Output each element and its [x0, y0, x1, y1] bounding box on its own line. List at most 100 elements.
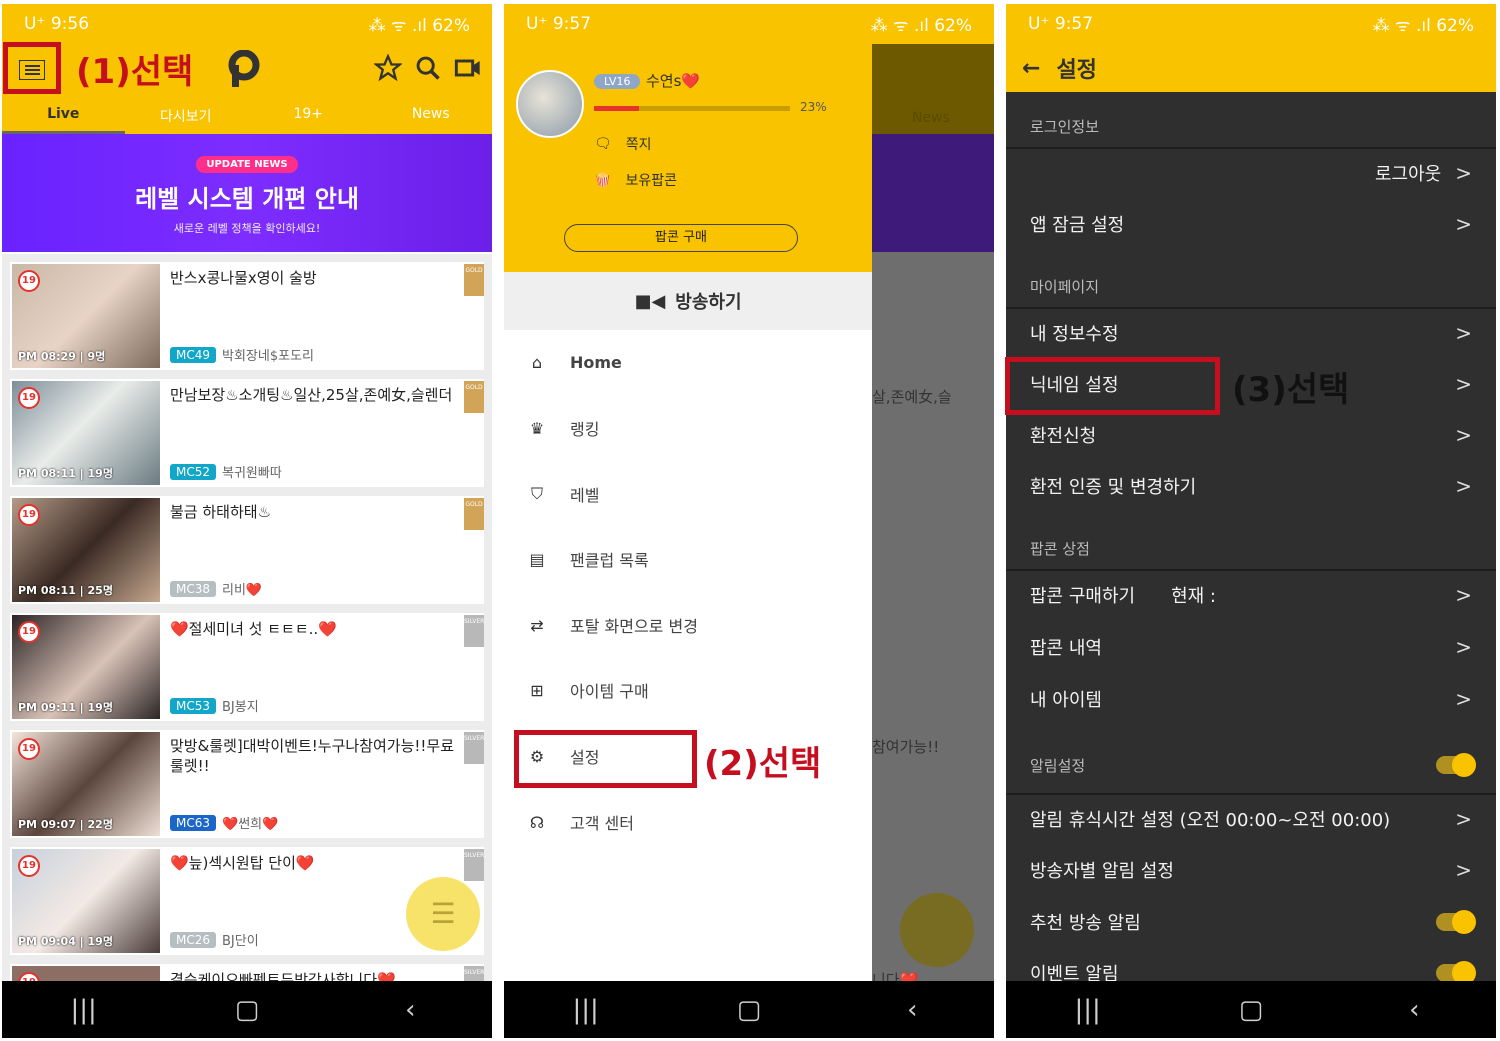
grade-badge: GOLD	[464, 498, 484, 530]
menu-item-fanclub[interactable]: ▤ 팬클럽 목록	[504, 539, 872, 579]
tab-adult[interactable]: 19+	[247, 96, 370, 134]
recent-apps-icon[interactable]: |||	[546, 995, 626, 1025]
highlight-box	[3, 42, 61, 94]
popcorn-icon: 🍿	[594, 172, 612, 188]
stream-title: ❤️늪)섹시원탑 단이❤️	[170, 854, 315, 872]
avatar[interactable]	[516, 70, 584, 138]
quiet-time-row[interactable]: 알림 휴식시간 설정 (오전 00:00~오전 00:00) >	[1006, 794, 1496, 844]
stream-card[interactable]: 19 PM 08:11 | 19명 만남보장♨소개팅♨일산,25살,존예女,슬렌더…	[10, 379, 484, 487]
adult-badge-icon: 19	[18, 738, 40, 760]
back-arrow-icon[interactable]: ←	[1022, 56, 1040, 81]
stream-time: PM 08:11 | 19명	[18, 467, 113, 480]
tab-replay[interactable]: 다시보기	[125, 96, 248, 134]
menu-item-portal[interactable]: ⇄ 포탈 화면으로 변경	[504, 605, 872, 645]
stream-card[interactable]: 19 PM 08:29 | 9명 반스x콩나물x영이 술방 MC49 박회장네$포도…	[10, 262, 484, 370]
update-news-banner[interactable]: UPDATE NEWS 레벨 시스템 개편 안내 새로운 레벨 정책을 확인하세…	[2, 134, 492, 252]
mc-badge: MC52	[170, 463, 217, 480]
stream-list: 19 PM 08:29 | 9명 반스x콩나물x영이 술방 MC49 박회장네$포도…	[2, 254, 492, 981]
back-icon[interactable]: ‹	[1374, 995, 1454, 1025]
adult-badge-icon: 19	[18, 270, 40, 292]
popcorn-balance: 🍿 보유팝콘	[594, 172, 677, 189]
grade-badge: SILVER	[464, 615, 484, 647]
menu-item-support[interactable]: ☊ 고객 센터	[504, 802, 872, 842]
chevron-right-icon: >	[1455, 687, 1472, 711]
stream-thumbnail: 19 PM 08:11 | 25명	[12, 498, 160, 602]
message-link[interactable]: 🗨 쪽지	[594, 134, 652, 154]
sort-list-icon[interactable]: ☰	[406, 877, 480, 951]
section-login-info: 로그인정보	[1030, 118, 1100, 136]
per-bj-alarm-row[interactable]: 방송자별 알림 설정 >	[1006, 845, 1496, 895]
back-icon[interactable]: ‹	[370, 995, 450, 1025]
bj-name: 복귀원빠따	[222, 466, 282, 481]
stream-time: PM 09:11 | 19명	[18, 701, 113, 714]
stream-card[interactable]: 19 결승케이오빠펜트두방감사합니다❤️ SILVER	[10, 964, 484, 981]
home-icon[interactable]: ▢	[709, 995, 789, 1025]
stream-thumbnail: 19	[12, 966, 160, 981]
level-badge: LV16	[594, 74, 641, 89]
search-icon[interactable]	[414, 54, 444, 84]
stream-card[interactable]: 19 PM 09:07 | 22명 맞방&룰렛]대박이벤트!누구나참여가능!!무료…	[10, 730, 484, 838]
chevron-right-icon: >	[1455, 474, 1472, 498]
stream-card[interactable]: 19 PM 08:11 | 25명 불금 하태하태♨ MC38 리비❤️ GOLD	[10, 496, 484, 604]
mc-badge: MC26	[170, 931, 217, 948]
nav-drawer: LV16 수연s❤️ 23% 🗨 쪽지 🍿 보유팝콘 팝콘 구매 ■◀ 방송하기 ⌂ H…	[504, 44, 872, 981]
recent-apps-icon[interactable]: |||	[1048, 995, 1128, 1025]
home-icon[interactable]: ▢	[207, 995, 287, 1025]
adult-badge-icon: 19	[18, 621, 40, 643]
recent-apps-icon[interactable]: |||	[44, 995, 124, 1025]
trophy-icon: ♛	[529, 418, 545, 438]
logout-row[interactable]: 로그아웃 >	[1006, 148, 1496, 198]
stream-time: PM 08:11 | 25명	[18, 584, 113, 597]
stream-title: ❤️절세미녀 섯 ㅌㅌㅌ..❤️	[170, 620, 337, 638]
menu-item-level[interactable]: ⛉ 레벨	[504, 474, 872, 514]
username: 수연s❤️	[646, 72, 701, 90]
bj-name: 리비❤️	[222, 583, 263, 598]
tab-live[interactable]: Live	[2, 96, 125, 134]
bj-name: BJ단이	[222, 934, 259, 949]
chevron-right-icon: >	[1455, 212, 1472, 236]
chevron-right-icon: >	[1455, 423, 1472, 447]
exchange-row[interactable]: 환전신청 >	[1006, 410, 1496, 460]
popcorn-history-row[interactable]: 팝콘 내역 >	[1006, 622, 1496, 672]
screen-drawer-menu: U⁺ 9:57 ⁂ ᯤ .ıl 62% News 살,존예女,슬 참여가능!! …	[504, 4, 994, 1038]
level-progress-bar	[594, 106, 790, 111]
buy-popcorn-button[interactable]: 팝콘 구매	[564, 224, 798, 252]
stream-thumbnail: 19 PM 08:29 | 9명	[12, 264, 160, 368]
app-lock-row[interactable]: 앱 잠금 설정 >	[1006, 199, 1496, 249]
menu-item-ranking[interactable]: ♛ 랭킹	[504, 408, 872, 448]
banner-subtitle: 새로운 레벨 정책을 확인하세요!	[173, 222, 321, 235]
step-1-annotation: (1)선택	[76, 52, 194, 92]
stream-card[interactable]: 19 PM 09:11 | 19명 ❤️절세미녀 섯 ㅌㅌㅌ..❤️ MC53 BJ…	[10, 613, 484, 721]
system-nav-bar: ||| ▢ ‹	[504, 981, 994, 1038]
chevron-right-icon: >	[1455, 858, 1472, 882]
chevron-right-icon: >	[1455, 807, 1472, 831]
edit-info-row[interactable]: 내 정보수정 >	[1006, 308, 1496, 358]
my-items-row[interactable]: 내 아이템 >	[1006, 674, 1496, 724]
recommend-alarm-row: 추천 방송 알림	[1006, 897, 1496, 947]
system-nav-bar: ||| ▢ ‹	[1006, 981, 1496, 1038]
system-nav-bar: ||| ▢ ‹	[2, 981, 492, 1038]
tab-news[interactable]: News	[370, 96, 493, 134]
section-popcorn-shop: 팝콘 상점	[1030, 540, 1090, 558]
screen-live-list: U⁺ 9:56 ⁂ ᯤ .ıl 62% Live 다시보기 19+ News U…	[2, 4, 492, 1038]
stream-time: PM 08:29 | 9명	[18, 350, 106, 363]
bj-name: 박회장네$포도리	[222, 349, 315, 364]
recommend-toggle[interactable]	[1436, 910, 1476, 934]
stream-thumbnail: 19 PM 09:11 | 19명	[12, 615, 160, 719]
dimmed-background[interactable]: News 살,존예女,슬 참여가능!! 니다❤️	[872, 44, 994, 989]
star-icon[interactable]	[373, 53, 404, 84]
event-toggle[interactable]	[1436, 961, 1476, 985]
back-icon[interactable]: ‹	[872, 995, 952, 1025]
video-camera-icon[interactable]	[454, 54, 484, 84]
broadcast-button[interactable]: ■◀ 방송하기	[504, 272, 872, 330]
buy-popcorn-row[interactable]: 팝콘 구매하기 현재 : >	[1006, 570, 1496, 620]
alarm-toggle[interactable]	[1436, 753, 1476, 777]
home-icon: ⌂	[531, 352, 543, 372]
home-icon[interactable]: ▢	[1211, 995, 1291, 1025]
exchange-auth-row[interactable]: 환전 인증 및 변경하기 >	[1006, 461, 1496, 511]
menu-item-home[interactable]: ⌂ Home	[504, 342, 872, 382]
grade-badge: GOLD	[464, 264, 484, 296]
menu-item-items[interactable]: ⊞ 아이템 구매	[504, 670, 872, 710]
adult-badge-icon: 19	[18, 387, 40, 409]
page-title: 설정	[1056, 58, 1097, 83]
